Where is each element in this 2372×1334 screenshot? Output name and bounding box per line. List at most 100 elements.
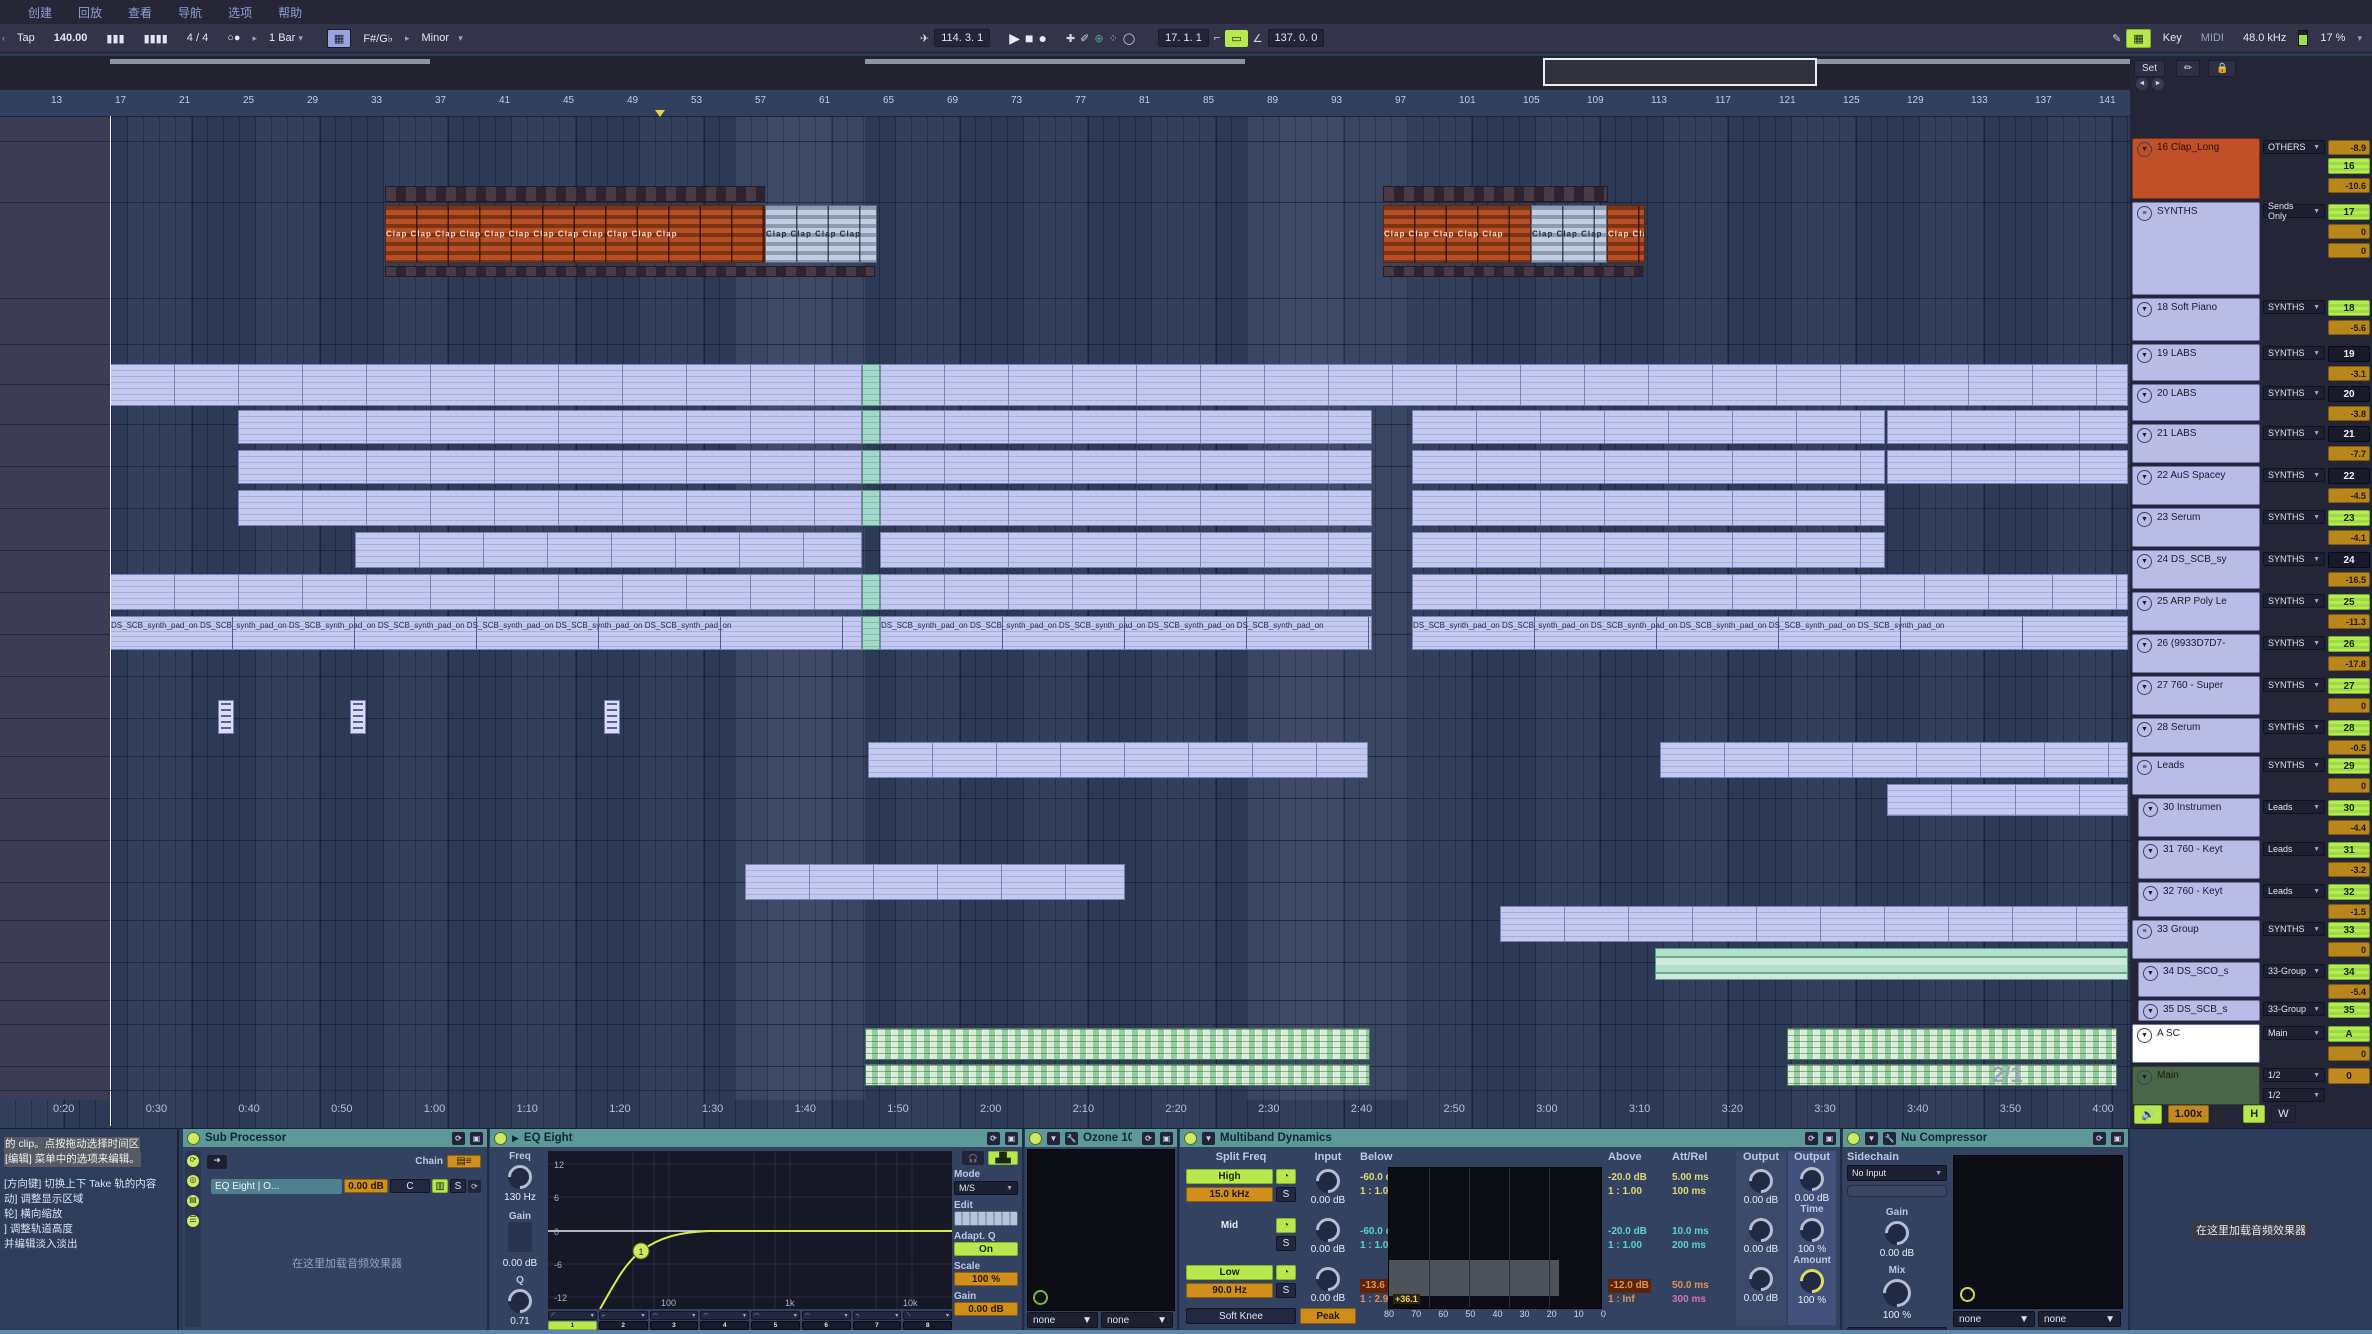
clip[interactable] (880, 364, 2128, 406)
chain-gain-field[interactable]: 0.00 dB (344, 1179, 388, 1193)
low-solo-button[interactable]: S (1276, 1283, 1296, 1298)
track-name[interactable]: ▼21 LABS (2132, 424, 2260, 463)
track-header[interactable]: ▼18 Soft PianoSYNTHS▼18-5.6 (2130, 298, 2372, 342)
clip[interactable] (1887, 450, 2128, 484)
loop-start-field[interactable]: 17. 1. 1 (1158, 29, 1209, 47)
rack-macro-icon[interactable]: ⟳ (187, 1155, 199, 1167)
track-header[interactable]: ▼23 SerumSYNTHS▼23-4.1 (2130, 508, 2372, 548)
track-fold-icon[interactable]: ▼ (2137, 388, 2152, 403)
automation-arm-icon[interactable]: ✐ (1080, 32, 1089, 45)
clip[interactable] (862, 616, 880, 650)
clip[interactable] (385, 186, 765, 202)
draw-mode-icon[interactable]: ✏ (2176, 60, 2200, 77)
eq-band-1[interactable]: ⟋▾1 (548, 1311, 597, 1329)
global-output-knob[interactable] (1795, 1162, 1829, 1196)
sc-gain-knob[interactable] (1880, 1216, 1914, 1250)
track-name[interactable]: ▼24 DS_SCB_sy (2132, 550, 2260, 589)
next-marker-icon[interactable]: ► (2152, 78, 2164, 90)
track-name[interactable]: ≡33 Group (2132, 920, 2260, 959)
chain-hot-swap-icon[interactable]: ⟳ (468, 1180, 481, 1193)
track-name[interactable]: ▼18 Soft Piano (2132, 298, 2260, 341)
beat-time-ruler[interactable]: 1317212529333741454953576165697377818589… (0, 90, 2130, 117)
track-fold-icon[interactable]: ▼ (2137, 1028, 2152, 1043)
track-header[interactable]: ▼26 (9933D7D7-SYNTHS▼26-17.8 (2130, 634, 2372, 674)
cpu-menu-icon[interactable]: ▾ (2357, 33, 2362, 44)
clip[interactable] (604, 700, 620, 734)
rack-map-icon[interactable]: ➜ (207, 1155, 227, 1169)
clip[interactable] (745, 864, 1125, 900)
track-header[interactable]: ▼24 DS_SCB_sySYNTHS▼24-16.5 (2130, 550, 2372, 590)
input-low-value[interactable]: 0.00 dB (1300, 1293, 1356, 1304)
clip[interactable] (880, 574, 1372, 610)
eq-band-7[interactable]: ¬▾7 (853, 1311, 902, 1329)
menu-item-1[interactable]: 回放 (78, 4, 102, 21)
track-header[interactable]: ▼31 760 - KeytLeads▼31-3.2 (2130, 840, 2372, 880)
session-record-icon[interactable]: ◯ (1123, 32, 1135, 45)
gain-slider[interactable] (508, 1222, 532, 1252)
sc-mix-value[interactable]: 100 % (1847, 1310, 1947, 1321)
output-low-knob[interactable] (1744, 1262, 1778, 1296)
routing-dropdown[interactable]: SYNTHS▼ (2263, 300, 2325, 314)
device-activator[interactable] (1029, 1132, 1042, 1145)
eq-band-5[interactable]: ◠▾5 (751, 1311, 800, 1329)
rack-chain-row[interactable]: EQ Eight | O... 0.00 dB C ▥ S ⟳ (211, 1177, 481, 1195)
hot-swap-icon[interactable]: ⟳ (452, 1132, 465, 1145)
computer-midi-keyboard-icon[interactable]: ▦ (2126, 29, 2150, 48)
track-name[interactable]: ▼23 Serum (2132, 508, 2260, 547)
band-toggle[interactable]: 4 (700, 1321, 749, 1330)
track-volume-value[interactable]: -17.8 (2328, 656, 2370, 671)
punch-in-icon[interactable]: ⌐ (1214, 32, 1220, 44)
hot-swap-icon[interactable]: ⟳ (987, 1132, 1000, 1145)
track-volume-value[interactable]: -5.6 (2328, 320, 2370, 335)
track-volume-value[interactable]: -1.5 (2328, 904, 2370, 919)
clip[interactable] (862, 490, 880, 526)
midi-map-button[interactable]: MIDI (2194, 29, 2231, 47)
stop-button[interactable]: ■ (1025, 30, 1033, 46)
filter-type-dropdown[interactable]: ⟍▾ (903, 1311, 952, 1320)
group-fold-icon[interactable]: ≡ (2137, 760, 2152, 775)
track-number-toggle[interactable]: 32 (2328, 884, 2370, 900)
track-volume-value[interactable]: 0 (2328, 224, 2370, 239)
quantize-menu[interactable]: 1 Bar ▾ (262, 29, 310, 47)
filter-type-dropdown[interactable]: ¬▾ (853, 1311, 902, 1320)
mid-solo-button[interactable]: S (1276, 1236, 1296, 1251)
device-activator[interactable] (494, 1132, 507, 1145)
ratio-value[interactable]: 1 : 1.00 (1608, 1239, 1668, 1253)
group-fold-icon[interactable]: ≡ (2137, 924, 2152, 939)
clip[interactable] (238, 450, 862, 484)
eq-curve-display[interactable]: 1 1260 -6-12 1001k10k (548, 1151, 952, 1309)
track-number-toggle[interactable]: 23 (2328, 510, 2370, 526)
overdub-icon[interactable]: ✚ (1066, 32, 1075, 45)
attack-value[interactable]: 5.00 ms (1672, 1171, 1734, 1185)
plugin-edit-icon[interactable]: 🔧 (1065, 1132, 1078, 1145)
ratio-value[interactable]: 1 : Inf (1608, 1293, 1668, 1307)
attrel-values-2[interactable]: 50.0 ms300 ms (1672, 1279, 1734, 1307)
save-preset-icon[interactable]: ▣ (1005, 1132, 1018, 1145)
track-number-toggle[interactable]: 33 (2328, 922, 2370, 938)
track-number-toggle[interactable]: 26 (2328, 636, 2370, 652)
track-volume-value[interactable]: -4.5 (2328, 488, 2370, 503)
plugin-config-ring[interactable] (1960, 1287, 1975, 1302)
routing-dropdown[interactable]: SYNTHS▼ (2263, 720, 2325, 734)
routing-dropdown[interactable]: Sends Only▼ (2263, 204, 2325, 218)
clip[interactable] (238, 410, 862, 444)
hot-swap-icon[interactable]: ⟳ (1805, 1132, 1818, 1145)
routing-dropdown[interactable]: SYNTHS▼ (2263, 636, 2325, 650)
loop-button[interactable]: ▭ (1225, 30, 1247, 47)
attrel-values-0[interactable]: 5.00 ms100 ms (1672, 1171, 1734, 1199)
clip[interactable] (1787, 1064, 2117, 1086)
track-name[interactable]: ▼25 ARP Poly Le (2132, 592, 2260, 631)
clip[interactable]: Clap Clap Clap (1531, 205, 1607, 263)
clip[interactable] (862, 574, 880, 610)
plugin-param-dropdown-2[interactable]: none▼ (1101, 1312, 1173, 1328)
routing-dropdown[interactable]: Leads▼ (2263, 800, 2325, 814)
clip[interactable] (1412, 410, 1885, 444)
punch-out-icon[interactable]: ∠ (1253, 32, 1263, 45)
high-solo-button[interactable]: S (1276, 1187, 1296, 1202)
clip[interactable]: Clap Clap Clap Clap Clap (1383, 205, 1531, 263)
send-value[interactable]: -8.9 (2328, 140, 2370, 155)
clip[interactable] (880, 410, 1372, 444)
group-fold-icon[interactable]: ≡ (2137, 206, 2152, 221)
device-ozone[interactable]: ▼ 🔧 Ozone 10 E... ⟳ ▣ none▼ none▼ (1025, 1129, 1179, 1331)
eq-band-3[interactable]: ◠▾3 (650, 1311, 699, 1329)
